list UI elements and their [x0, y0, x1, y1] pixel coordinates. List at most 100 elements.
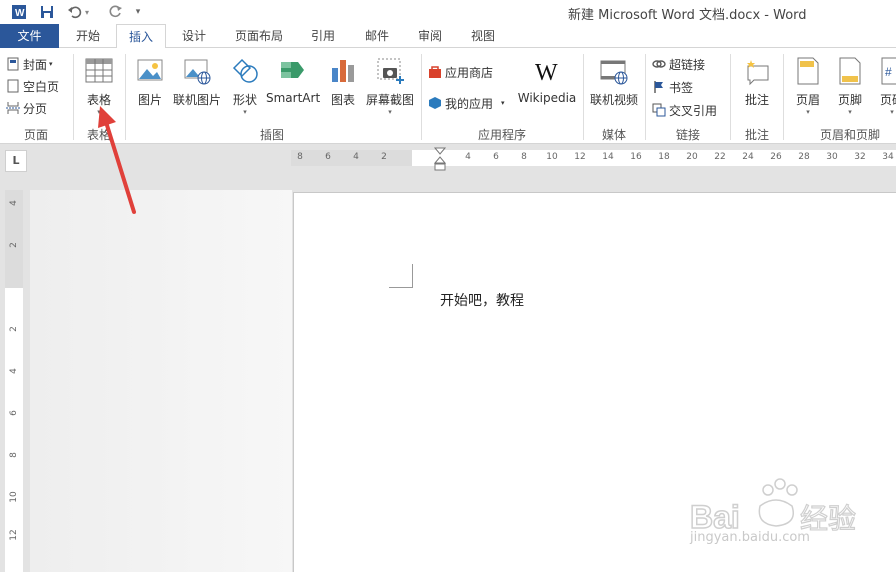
cover-page-button[interactable]: 封面 ▾ — [6, 54, 53, 74]
redo-icon[interactable] — [106, 3, 124, 21]
page-gutter — [30, 190, 292, 572]
header-label: 页眉 — [795, 93, 820, 107]
shapes-label: 形状 — [232, 93, 257, 107]
ruler-tick: 10 — [9, 491, 19, 503]
group-label-media: 媒体 — [601, 128, 626, 142]
footer-button[interactable]: 页脚 ▾ — [832, 56, 868, 116]
page-break-label: 分页 — [23, 101, 48, 116]
hyperlink-label: 超链接 — [669, 57, 706, 72]
ruler-tick: 16 — [630, 152, 642, 162]
watermark-url: jingyan.baidu.com — [690, 530, 810, 545]
online-video-button[interactable]: 联机视频 — [588, 56, 640, 108]
header-button[interactable]: 页眉 ▾ — [790, 56, 826, 116]
screenshot-button[interactable]: 屏幕截图 ▾ — [363, 56, 417, 116]
ribbon-tabs: 文件 开始 插入 设计 页面布局 引用 邮件 审阅 视图 — [0, 24, 896, 49]
screenshot-icon — [377, 58, 404, 84]
my-apps-label: 我的应用 — [445, 96, 494, 111]
bookmark-button[interactable]: 书签 — [652, 77, 693, 97]
online-picture-button[interactable]: 联机图片 — [171, 56, 223, 108]
group-label-comments: 批注 — [744, 128, 769, 142]
tab-mailings[interactable]: 邮件 — [354, 24, 400, 48]
online-picture-icon — [184, 59, 211, 85]
ruler-tick: 20 — [686, 152, 698, 162]
ruler-tick: 10 — [546, 152, 558, 162]
hyperlink-icon — [652, 60, 666, 68]
horizontal-ruler[interactable]: 8 6 4 2 4 6 8 10 12 14 16 18 20 22 24 26 28 30 32 34 — [291, 147, 896, 171]
text-boundary-mark — [389, 264, 413, 288]
divider — [583, 54, 584, 140]
ruler-tick: 14 — [602, 152, 614, 162]
ruler-tick: 4 — [465, 152, 471, 162]
store-icon — [429, 66, 441, 78]
hyperlink-button[interactable]: 超链接 — [652, 54, 705, 74]
footer-icon — [839, 57, 861, 85]
blank-page-icon — [7, 79, 19, 93]
tab-file[interactable]: 文件 — [0, 24, 59, 48]
divider — [73, 54, 74, 140]
page-break-button[interactable]: 分页 — [6, 98, 47, 118]
bookmark-label: 书签 — [669, 80, 694, 95]
customize-icon[interactable]: ▾ — [132, 3, 144, 21]
group-label-illustrations: 插图 — [259, 128, 284, 142]
ruler-tick: 24 — [742, 152, 754, 162]
bookmark-icon — [654, 81, 663, 93]
divider — [645, 54, 646, 140]
wikipedia-button[interactable]: W Wikipedia — [516, 56, 578, 105]
comment-button[interactable]: 批注 — [737, 56, 777, 108]
cross-reference-label: 交叉引用 — [669, 103, 718, 118]
window-title: 新建 Microsoft Word 文档.docx - Word — [568, 8, 807, 23]
chart-button[interactable]: 图表 — [326, 56, 360, 108]
ruler-tick: 6 — [325, 152, 331, 162]
page-break-icon — [6, 102, 20, 114]
cross-reference-icon — [652, 103, 666, 117]
smartart-button[interactable]: SmartArt — [266, 56, 320, 105]
group-label-header-footer: 页眉和页脚 — [819, 128, 880, 142]
svg-text:W: W — [535, 60, 558, 86]
ruler-tick: 6 — [493, 152, 499, 162]
my-apps-button[interactable]: 我的应用 ▾ — [428, 93, 505, 113]
tab-selector[interactable]: L — [5, 150, 27, 172]
tab-layout[interactable]: 页面布局 — [226, 24, 292, 48]
my-apps-icon — [429, 97, 441, 109]
svg-text:#: # — [885, 65, 892, 79]
divider — [783, 54, 784, 140]
tab-view[interactable]: 视图 — [460, 24, 506, 48]
smartart-label: SmartArt — [266, 91, 321, 105]
group-label-links: 链接 — [675, 128, 700, 142]
page-number-button[interactable]: # 页码 ▾ — [874, 56, 896, 116]
ruler-tick: 34 — [882, 152, 894, 162]
annotation-arrow — [98, 106, 136, 214]
vertical-ruler[interactable]: 4 2 2 4 6 8 10 12 — [5, 190, 23, 572]
smartart-icon — [281, 62, 304, 78]
tab-insert[interactable]: 插入 — [116, 24, 166, 49]
ruler-tick: 30 — [826, 152, 838, 162]
online-picture-label: 联机图片 — [172, 93, 221, 107]
divider — [421, 54, 422, 140]
blank-page-button[interactable]: 空白页 — [6, 76, 59, 96]
tab-review[interactable]: 审阅 — [407, 24, 453, 48]
ruler-tick: 8 — [297, 152, 303, 162]
indent-marker-icon[interactable] — [434, 147, 446, 173]
comment-icon — [747, 60, 769, 86]
ruler-tick: 12 — [9, 529, 19, 541]
tab-references[interactable]: 引用 — [300, 24, 346, 48]
ruler-tick: 18 — [658, 152, 670, 162]
tab-design[interactable]: 设计 — [170, 24, 218, 48]
online-video-label: 联机视频 — [589, 93, 638, 107]
group-label-apps: 应用程序 — [477, 128, 526, 142]
cross-reference-button[interactable]: 交叉引用 — [652, 100, 717, 120]
undo-dropdown-icon[interactable]: ▾ — [82, 3, 92, 21]
save-icon[interactable] — [38, 3, 56, 21]
store-button[interactable]: 应用商店 — [428, 62, 493, 82]
document-text[interactable]: 开始吧，教程 — [440, 290, 524, 310]
ruler-tick: 32 — [854, 152, 866, 162]
tab-home[interactable]: 开始 — [64, 24, 112, 48]
page-number-icon: # — [881, 57, 896, 85]
baidu-watermark-logo: Bai 经验 — [689, 478, 857, 536]
ruler-tick: 2 — [381, 152, 387, 162]
ruler-tick: 6 — [9, 410, 19, 416]
shapes-icon — [232, 58, 258, 83]
ruler-tick: 4 — [9, 368, 19, 374]
online-video-icon — [600, 60, 628, 85]
shapes-button[interactable]: 形状 ▾ — [228, 56, 262, 116]
